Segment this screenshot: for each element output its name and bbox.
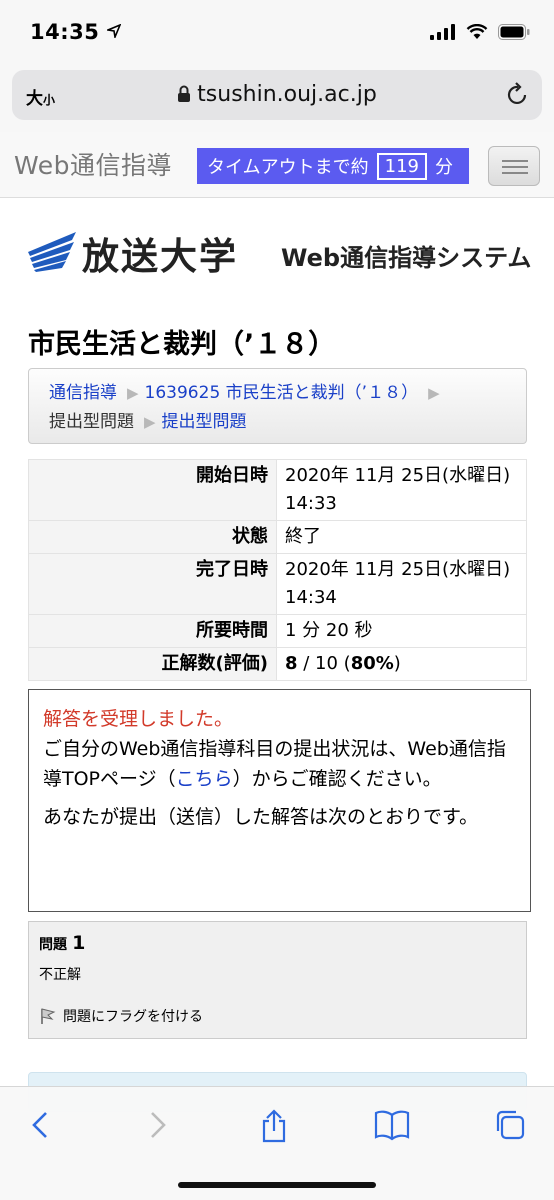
breadcrumb-link-course[interactable]: 1639625 市民生活と裁判（’１８） xyxy=(145,383,419,403)
timeout-prefix: タイムアウトまで約 xyxy=(207,157,369,178)
home-indicator xyxy=(178,1182,376,1188)
question-heading: 問題 1 xyxy=(39,932,516,954)
system-name: Web通信指導システム xyxy=(281,244,532,272)
breadcrumb-separator-icon: ▶ xyxy=(428,384,440,402)
status-time: 14:35 xyxy=(30,20,122,44)
reload-icon[interactable] xyxy=(506,82,530,108)
question-number: 1 xyxy=(72,932,86,954)
breadcrumb-separator-icon: ▶ xyxy=(127,384,139,402)
received-message: 解答を受理しました。 xyxy=(43,708,234,730)
flag-label: 問題にフラグを付ける xyxy=(63,1009,203,1025)
breadcrumb-link-quiz[interactable]: 提出型問題 xyxy=(162,412,247,432)
battery-icon xyxy=(498,24,530,40)
state-value: 終了 xyxy=(276,520,527,554)
breadcrumb: 通信指導 ▶ 1639625 市民生活と裁判（’１８） ▶ 提出型問題 ▶ 提出型問題 xyxy=(28,368,527,444)
attempt-summary-table: 開始日時 2020年 11月 25日(水曜日) 14:33 状態 終了 完了日時… xyxy=(28,459,527,681)
duration-value: 1 分 20 秒 xyxy=(276,614,527,648)
answers-intro: あなたが提出（送信）した解答は次のとおりです。 xyxy=(43,806,479,828)
location-arrow-icon xyxy=(105,23,122,40)
site-navbar: Web通信指導 タイムアウトまで約 119 分 xyxy=(0,132,554,198)
page-title: 市民生活と裁判（’１８） xyxy=(28,329,336,360)
wifi-icon xyxy=(466,24,488,39)
breadcrumb-item-section: 提出型問題 xyxy=(49,412,134,432)
university-name: 放送大学 xyxy=(82,234,238,278)
university-emblem-icon xyxy=(28,232,76,272)
menu-bar-icon xyxy=(502,166,528,168)
menu-bar-icon xyxy=(502,160,528,162)
submission-feedback-box: 解答を受理しました。 ご自分のWeb通信指導科目の提出状況は、Web通信指導TO… xyxy=(28,689,531,912)
breadcrumb-link-tsushin[interactable]: 通信指導 xyxy=(49,383,117,403)
flag-question-link[interactable]: 問題にフラグを付ける xyxy=(39,1006,516,1026)
start-time-value: 2020年 11月 25日(水曜日) 14:33 xyxy=(276,459,527,521)
score-close: ) xyxy=(393,653,401,674)
flag-icon xyxy=(41,1008,56,1024)
score-correct: 8 xyxy=(285,653,298,674)
question-info-panel: 問題 1 不正解 問題にフラグを付ける xyxy=(28,921,527,1039)
start-time-label: 開始日時 xyxy=(28,459,277,521)
hamburger-menu-button[interactable] xyxy=(488,146,540,186)
question-state: 不正解 xyxy=(39,967,81,983)
table-row: 所要時間 1 分 20 秒 xyxy=(28,614,527,648)
university-logo-banner: 放送大学 Web通信指導システム xyxy=(26,226,546,278)
score-value: 8 / 10 (80%) xyxy=(276,647,527,681)
state-label: 状態 xyxy=(28,520,277,554)
finish-time-label: 完了日時 xyxy=(28,553,277,615)
question-label: 問題 xyxy=(39,937,67,953)
cellular-signal-icon xyxy=(430,24,455,40)
share-icon[interactable] xyxy=(258,1109,290,1143)
status-bar: 14:35 xyxy=(0,0,554,66)
table-row: 完了日時 2020年 11月 25日(水曜日) 14:34 xyxy=(28,553,527,615)
table-row: 状態 終了 xyxy=(28,520,527,554)
table-row: 正解数(評価) 8 / 10 (80%) xyxy=(28,647,527,681)
address-bar[interactable]: 大小 tsushin.ouj.ac.jp xyxy=(12,70,542,120)
address-display[interactable]: tsushin.ouj.ac.jp xyxy=(12,82,542,107)
back-icon[interactable] xyxy=(28,1109,52,1141)
forward-icon[interactable] xyxy=(146,1109,170,1141)
timeout-minutes: 119 xyxy=(376,152,427,180)
lock-icon xyxy=(178,85,191,102)
brand-link[interactable]: Web通信指導 xyxy=(14,146,172,182)
browser-address-area: 大小 tsushin.ouj.ac.jp xyxy=(0,66,554,132)
top-page-link[interactable]: こちら xyxy=(176,768,233,790)
table-row: 開始日時 2020年 11月 25日(水曜日) 14:33 xyxy=(28,459,527,521)
timeout-unit: 分 xyxy=(435,157,453,178)
score-percent: 80% xyxy=(350,653,394,674)
status-instruction: ご自分のWeb通信指導科目の提出状況は、Web通信指導TOPページ（こちら）から… xyxy=(43,734,516,794)
score-label: 正解数(評価) xyxy=(28,647,277,681)
status-icons xyxy=(430,24,530,40)
duration-label: 所要時間 xyxy=(28,614,277,648)
instruction-suffix: ）からご確認ください。 xyxy=(232,768,442,790)
finish-time-value: 2020年 11月 25日(水曜日) 14:34 xyxy=(276,553,527,615)
clock-text: 14:35 xyxy=(30,20,100,44)
score-total: / 10 ( xyxy=(297,653,351,674)
url-domain: tsushin.ouj.ac.jp xyxy=(197,82,377,107)
menu-bar-icon xyxy=(502,172,528,174)
tabs-icon[interactable] xyxy=(494,1109,526,1141)
breadcrumb-separator-icon: ▶ xyxy=(144,413,156,431)
timeout-indicator: タイムアウトまで約 119 分 xyxy=(197,148,469,184)
bookmarks-icon[interactable] xyxy=(374,1109,410,1141)
